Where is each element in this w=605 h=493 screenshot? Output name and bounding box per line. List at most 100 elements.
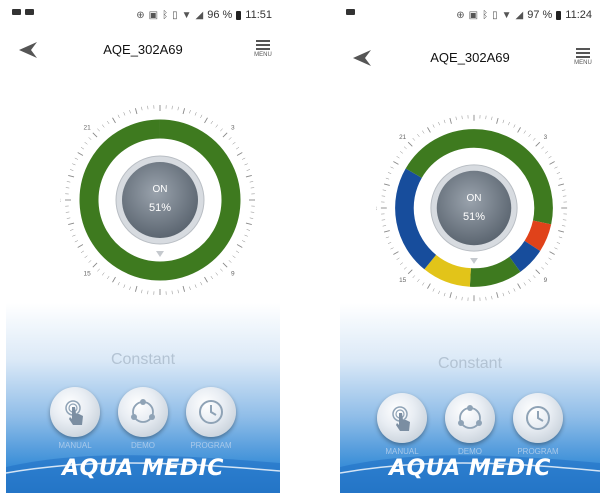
dial-hour-label: 15 <box>399 277 407 284</box>
dial-tick <box>249 181 254 183</box>
dial-tick <box>92 262 98 268</box>
dial-hour-label: 15 <box>84 270 92 277</box>
dial-tick <box>558 236 563 239</box>
dial-tick <box>80 147 85 150</box>
dial-tick <box>502 292 505 297</box>
dial-hour-label: 24 <box>470 110 478 112</box>
menu-label: MENU <box>254 52 272 58</box>
dial-hour-label: 9 <box>544 277 548 284</box>
dial-tick <box>220 128 223 132</box>
manual-button[interactable]: MANUAL <box>377 393 427 456</box>
dial-tick <box>438 121 440 126</box>
status-notification-icons <box>12 9 34 15</box>
dial-tick <box>407 269 413 275</box>
dial-tick <box>177 289 179 294</box>
dial-tick <box>407 141 413 147</box>
dial-tick <box>438 290 440 295</box>
dial-tick <box>387 242 392 244</box>
dial-tick <box>535 269 541 275</box>
dial-tick <box>558 230 565 233</box>
dial-hour-label: 21 <box>399 134 407 141</box>
dial-tick <box>72 163 76 166</box>
dial-tick <box>189 109 191 114</box>
dial-tick <box>455 295 457 300</box>
dial-tick <box>548 257 552 260</box>
dial-tick <box>220 268 223 272</box>
clock-time: 11:24 <box>565 9 592 21</box>
dial-tick <box>491 295 493 300</box>
dial-tick <box>417 133 420 138</box>
dial-tick <box>77 244 84 248</box>
cast-icon: ▣ <box>148 9 159 21</box>
vibrate-icon: ▯ <box>172 9 178 21</box>
cycle-icon <box>131 399 155 423</box>
phone-screen-right: ⊕ ▣ ᛒ ▯ ▼ ◢ 97 % 11:24 AQE_302A69 MENU C… <box>340 0 600 493</box>
dial-tick <box>177 106 179 111</box>
dial-tick <box>69 169 74 171</box>
dial-tick <box>97 128 100 132</box>
dial-segment <box>424 254 472 287</box>
dial-hour-label: 18 <box>60 198 61 205</box>
dial-tick <box>432 288 435 292</box>
dial-tick <box>385 177 390 180</box>
manual-button[interactable]: MANUAL <box>50 387 100 450</box>
dial-tick <box>443 119 446 124</box>
dial-tick <box>532 137 536 141</box>
dial-tick <box>235 147 240 150</box>
dial-tick <box>517 127 521 133</box>
bottom-panel: Constant MANUAL DEMO PROGRAM AQUA MEDIC <box>340 303 600 493</box>
dial-tick <box>194 112 197 116</box>
dial-tick <box>123 112 126 116</box>
app-header: AQE_302A69 MENU <box>6 36 280 66</box>
dial-tick <box>556 172 561 174</box>
manual-label: MANUAL <box>385 447 419 456</box>
menu-button[interactable]: MENU <box>574 46 592 72</box>
dial-tick <box>432 124 435 128</box>
dial-tick <box>246 229 251 231</box>
menu-button[interactable]: MENU <box>254 38 272 64</box>
device-title: AQE_302A69 <box>103 42 183 57</box>
dial-tick <box>422 130 425 134</box>
dial-tick <box>393 251 399 255</box>
dial-status: ON <box>152 184 168 195</box>
hamburger-line <box>256 44 270 46</box>
schedule-dial[interactable]: 2436912151821 ON 51% <box>60 100 260 300</box>
dial-tick <box>241 157 246 160</box>
dial-tick <box>92 132 98 138</box>
dial-tick <box>97 268 100 272</box>
dial-tick <box>422 282 425 286</box>
hamburger-line <box>256 48 270 50</box>
dial-tick <box>66 217 71 219</box>
menu-label: MENU <box>574 60 592 66</box>
dial-segment <box>509 240 541 272</box>
program-button[interactable]: PROGRAM <box>186 387 236 450</box>
status-system-icons: ⊕ ▣ ᛒ ▯ ▼ ◢ 96 % 11:51 <box>136 9 272 21</box>
demo-button[interactable]: DEMO <box>445 393 495 456</box>
dial-hour-label: 21 <box>84 125 92 132</box>
status-bar: ⊕ ▣ ᛒ ▯ ▼ ◢ 96 % 11:51 <box>6 6 280 26</box>
dial-tick <box>249 217 254 219</box>
dial-tick <box>204 117 208 124</box>
dial-center-button[interactable]: ON 51% <box>118 158 202 242</box>
video-icon <box>346 9 355 15</box>
brand-logo: AQUA MEDIC <box>389 456 551 481</box>
dial-tick <box>228 260 232 263</box>
dial-tick <box>244 163 248 166</box>
dial-tick <box>491 116 493 121</box>
dial-tick <box>554 166 558 169</box>
dial-center-button[interactable]: ON 51% <box>433 167 515 249</box>
dial-tick <box>210 120 213 125</box>
program-button[interactable]: PROGRAM <box>513 393 563 456</box>
dial-tick <box>241 240 246 243</box>
dial-tick <box>412 137 416 141</box>
demo-button[interactable]: DEMO <box>118 387 168 450</box>
control-buttons: MANUAL DEMO PROGRAM <box>6 387 280 450</box>
dial-tick <box>382 225 387 227</box>
schedule-dial[interactable]: 2436912151821 ON 51% <box>376 110 572 306</box>
touch-hand-icon <box>392 406 410 431</box>
dial-tick <box>396 156 400 159</box>
dial-tick <box>245 174 252 178</box>
dial-tick <box>548 156 552 159</box>
dial-tick <box>403 146 407 150</box>
dial-tick <box>561 225 566 227</box>
